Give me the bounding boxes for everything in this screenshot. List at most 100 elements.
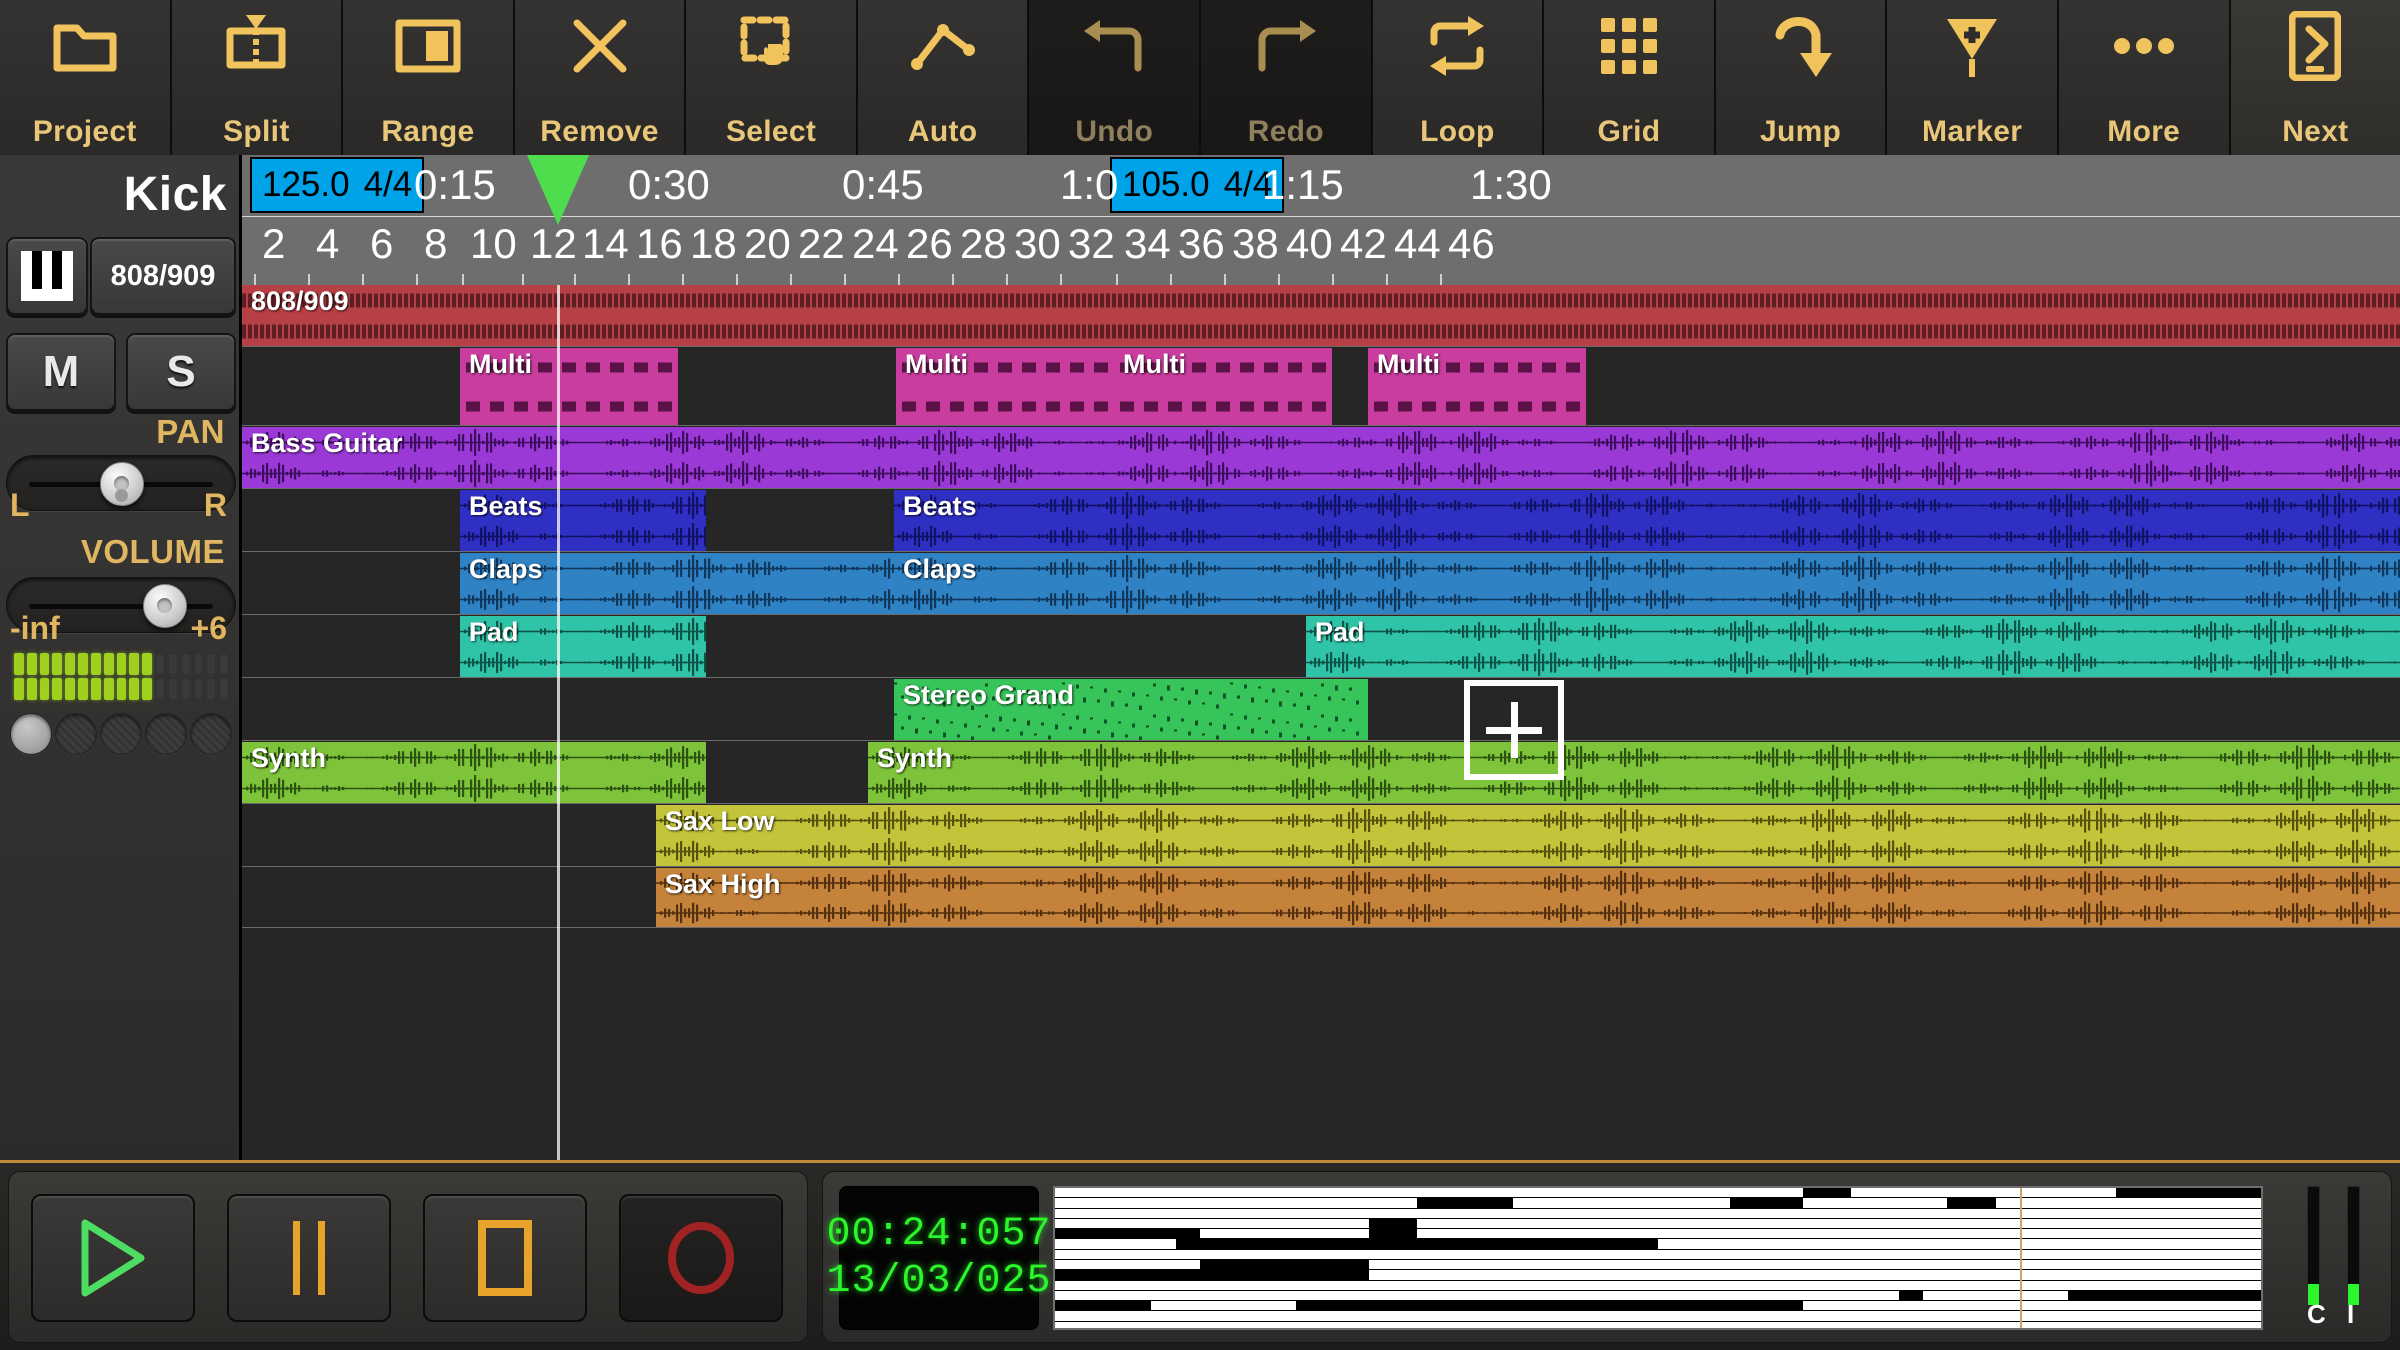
clip-waveform: [894, 553, 2400, 584]
clip[interactable]: Multi: [460, 348, 678, 425]
track-lane[interactable]: 808/909: [242, 285, 2400, 347]
level-meter-segment: [180, 653, 191, 675]
level-meter-segment: [193, 678, 204, 700]
timeline-ruler[interactable]: 125.0 4/4 105.0 4/4 0:15 0:30 0:45 1:0 1:15 1:30 …: [242, 155, 2400, 285]
ruler-bar-number: 26: [906, 220, 953, 267]
aux-knob-3[interactable]: [145, 713, 187, 755]
pause-icon[interactable]: [227, 1194, 391, 1322]
play-icon[interactable]: [31, 1194, 195, 1322]
split-icon: [172, 10, 342, 82]
track-lane[interactable]: Sax Low: [242, 805, 2400, 867]
ruler-bar-number: 12: [530, 220, 577, 267]
clip[interactable]: Sax High: [656, 868, 2400, 927]
clip[interactable]: Stereo Grand: [894, 679, 1368, 740]
clip[interactable]: Multi: [896, 348, 1114, 425]
loop-repeat-icon: [1373, 10, 1543, 82]
ruler-tick: [462, 274, 464, 285]
clip[interactable]: Sax Low: [656, 805, 2400, 866]
toolbar-button-loop[interactable]: Loop: [1372, 0, 1545, 155]
clip[interactable]: Beats: [894, 490, 2400, 551]
clip[interactable]: Claps: [460, 553, 896, 614]
piano-keys-icon[interactable]: [6, 237, 88, 315]
arrangement-overview[interactable]: [1053, 1186, 2263, 1330]
transport-buttons: [8, 1171, 808, 1343]
clip[interactable]: Pad: [1306, 616, 2400, 677]
overview-row: [1055, 1239, 2261, 1249]
mute-button[interactable]: M: [6, 333, 116, 411]
toolbar-button-next[interactable]: Next: [2230, 0, 2400, 155]
toolbar-button-undo[interactable]: Undo: [1029, 0, 1202, 155]
arrangement-area[interactable]: 808/909 Multi Multi Multi Multi Bass Guitar Be…: [242, 285, 2400, 1160]
volume-slider-knob[interactable]: [143, 584, 188, 628]
clip[interactable]: 808/909: [242, 285, 2400, 346]
toolbar-button-marker[interactable]: Marker: [1887, 0, 2059, 155]
level-meter-segment: [14, 678, 24, 700]
pan-center-indicator: [115, 489, 128, 502]
solo-button[interactable]: S: [126, 333, 236, 411]
transport-bar: 00:24:057 13/03/025 CI: [0, 1160, 2400, 1350]
overview-block: [1055, 1290, 1900, 1301]
ruler-tick: [628, 274, 630, 285]
toolbar-button-project[interactable]: Project: [0, 0, 172, 155]
clip[interactable]: Synth: [868, 742, 2400, 803]
jump-arrow-icon: [1716, 10, 1886, 82]
aux-knob-0[interactable]: [10, 713, 52, 755]
ruler-time-label: 0:45: [842, 161, 924, 208]
track-lane[interactable]: Pad Pad: [242, 616, 2400, 678]
track-lane[interactable]: Claps Claps: [242, 553, 2400, 615]
toolbar-button-grid[interactable]: Grid: [1544, 0, 1716, 155]
overview-block: [1416, 1218, 2261, 1229]
ruler-time-label: 1:30: [1470, 161, 1552, 208]
instrument-preset-button[interactable]: 808/909: [90, 237, 236, 315]
toolbar-button-jump[interactable]: Jump: [1715, 0, 1888, 155]
clip[interactable]: Claps: [894, 553, 2400, 614]
aux-knob-2[interactable]: [100, 713, 142, 755]
plus-icon[interactable]: [1464, 680, 1564, 780]
ruler-tick: [1116, 274, 1118, 285]
overview-block: [1199, 1218, 1369, 1229]
toolbar-button-redo[interactable]: Redo: [1201, 0, 1373, 155]
aux-knob-4[interactable]: [190, 713, 232, 755]
clip-label: Bass Guitar: [251, 428, 403, 458]
playhead-line: [557, 285, 560, 1160]
level-meter-segment: [65, 653, 76, 675]
toolbar-button-more[interactable]: More: [2058, 0, 2231, 155]
toolbar-button-select[interactable]: Select: [686, 0, 858, 155]
toolbar-button-auto[interactable]: Auto: [857, 0, 1030, 155]
toolbar-button-label: Select: [726, 115, 817, 148]
clip-label: Multi: [469, 349, 532, 379]
tempo-marker[interactable]: 125.0 4/4: [250, 157, 425, 213]
overview-block: [1055, 1249, 2261, 1259]
toolbar-button-range[interactable]: Range: [343, 0, 515, 155]
ruler-bar-number: 44: [1394, 220, 1441, 267]
tempo-marker[interactable]: 105.0 4/4: [1110, 157, 1285, 213]
track-lane[interactable]: Sax High: [242, 868, 2400, 928]
pan-slider[interactable]: [6, 455, 236, 511]
track-lane[interactable]: Stereo Grand: [242, 679, 2400, 741]
track-lane[interactable]: Multi Multi Multi Multi: [242, 348, 2400, 426]
overview-row: [1055, 1249, 2261, 1259]
clip[interactable]: Pad: [460, 616, 706, 677]
stop-icon[interactable]: [423, 1194, 587, 1322]
toolbar-button-split[interactable]: Split: [171, 0, 344, 155]
record-icon[interactable]: [619, 1194, 783, 1322]
track-lane[interactable]: Synth Synth: [242, 742, 2400, 804]
clip[interactable]: Synth: [242, 742, 706, 803]
ruler-tick: [682, 274, 684, 285]
clip[interactable]: Multi: [1114, 348, 1332, 425]
track-lane[interactable]: Bass Guitar: [242, 427, 2400, 489]
ruler-bar-number: 46: [1448, 220, 1495, 267]
volume-min-label: -inf: [10, 610, 60, 646]
aux-knob-1[interactable]: [55, 713, 97, 755]
ruler-bar-number: 38: [1232, 220, 1279, 267]
time-display[interactable]: 00:24:057 13/03/025: [826, 1186, 1051, 1330]
toolbar-button-remove[interactable]: Remove: [514, 0, 687, 155]
clip[interactable]: Beats: [460, 490, 706, 551]
level-meter-segment: [180, 678, 191, 700]
clip[interactable]: Bass Guitar: [242, 427, 2400, 488]
track-lane[interactable]: Beats Beats: [242, 490, 2400, 552]
ruler-bar-row[interactable]: 2 4 6 8 10 12 14 16 18 20 22 24 26 28 30 32 34 36 38 40 42 44…: [242, 218, 2400, 285]
ruler-tick: [1006, 274, 1008, 285]
clip[interactable]: Multi: [1368, 348, 1586, 425]
overview-row: [1055, 1301, 2261, 1311]
